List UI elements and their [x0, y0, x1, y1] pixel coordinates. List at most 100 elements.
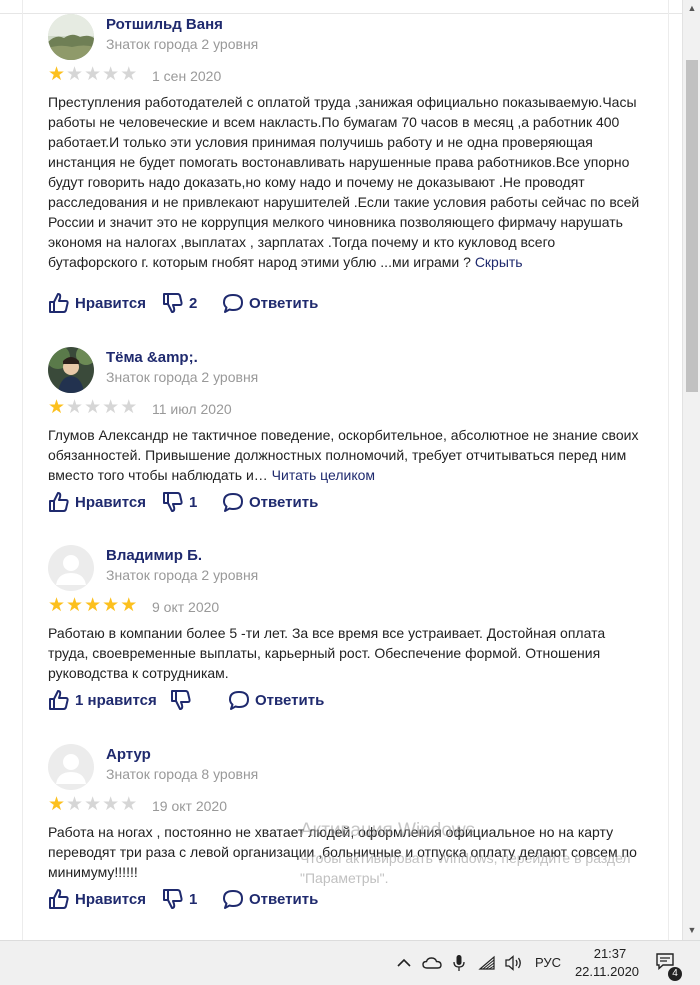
like-label: Нравится [75, 493, 147, 511]
dislike-button[interactable]: 1 [162, 888, 197, 910]
reply-label: Ответить [249, 493, 319, 511]
review-actions: 1 нравится Ответить [48, 689, 448, 711]
dislike-count: 1 [189, 890, 198, 908]
reply-button[interactable]: Ответить [222, 292, 318, 314]
hide-link[interactable]: Скрыть [475, 254, 523, 270]
like-button[interactable]: 1 нравится [48, 689, 157, 711]
vertical-scrollbar[interactable]: ▲ ▼ [682, 0, 700, 940]
scroll-up-arrow-icon[interactable]: ▲ [683, 0, 700, 16]
language-indicator[interactable]: РУС [535, 955, 561, 970]
author-level: Знаток города 8 уровня [106, 766, 259, 782]
reply-button[interactable]: Ответить [222, 491, 318, 513]
star-icon: ★ [48, 64, 66, 85]
review-actions: Нравится 2 Ответить [48, 292, 448, 314]
star-icon: ★ [66, 64, 84, 85]
dislike-button[interactable]: 2 [162, 292, 197, 314]
content-left-border [22, 0, 23, 940]
reply-label: Ответить [249, 294, 319, 312]
star-icon: ★ [84, 595, 102, 616]
author-name[interactable]: Ротшильд Ваня [106, 16, 223, 33]
review-body: Преступления работодателей с оплатой тру… [48, 94, 640, 270]
star-icon: ★ [66, 794, 84, 815]
avatar[interactable] [48, 744, 94, 790]
thumb-up-icon [48, 689, 70, 711]
review-date: 19 окт 2020 [152, 798, 227, 814]
star-icon: ★ [120, 397, 138, 418]
review-card: Тёма &amp;. Знаток города 2 уровня ★ ★ ★… [48, 347, 658, 527]
thumb-up-icon [48, 292, 70, 314]
like-count-label: 1 нравится [75, 691, 157, 709]
avatar[interactable] [48, 347, 94, 393]
rating-stars: ★ ★ ★ ★ ★ [48, 595, 138, 616]
scroll-thumb[interactable] [686, 60, 698, 392]
review-date: 9 окт 2020 [152, 599, 220, 615]
dislike-button[interactable]: 1 [162, 491, 197, 513]
star-icon: ★ [84, 794, 102, 815]
activation-watermark-text: Чтобы активировать Windows, перейдите в … [300, 850, 631, 886]
avatar[interactable] [48, 14, 94, 60]
thumb-down-icon [162, 888, 184, 910]
like-button[interactable]: Нравится [48, 491, 146, 513]
thumb-up-icon [48, 888, 70, 910]
thumb-down-icon [170, 689, 192, 711]
dislike-button[interactable] [170, 689, 192, 711]
thumb-down-icon [162, 292, 184, 314]
author-name[interactable]: Артур [106, 746, 151, 763]
dislike-count: 1 [189, 493, 198, 511]
review-text: Преступления работодателей с оплатой тру… [48, 92, 648, 272]
windows-taskbar: РУС 21:37 22.11.2020 4 [0, 940, 700, 985]
reply-label: Ответить [255, 691, 325, 709]
star-icon: ★ [48, 794, 66, 815]
notification-count-badge: 4 [668, 967, 682, 981]
reply-button[interactable]: Ответить [222, 888, 318, 910]
like-button[interactable]: Нравится [48, 292, 146, 314]
microphone-icon[interactable] [452, 953, 466, 973]
top-border [0, 0, 682, 14]
clock-date[interactable]: 22.11.2020 [572, 963, 642, 981]
clock-time[interactable]: 21:37 [585, 945, 635, 963]
wifi-icon[interactable] [478, 953, 496, 973]
thumb-down-icon [162, 491, 184, 513]
review-text: Работаю в компании более 5 -ти лет. За в… [48, 625, 606, 681]
review-actions: Нравится 1 Ответить [48, 491, 448, 513]
star-icon: ★ [102, 397, 120, 418]
review-actions: Нравится 1 Ответить [48, 888, 448, 910]
author-name[interactable]: Тёма &amp;. [106, 349, 198, 366]
review-card: Владимир Б. Знаток города 2 уровня ★ ★ ★… [48, 545, 658, 725]
star-icon: ★ [48, 595, 66, 616]
avatar[interactable] [48, 545, 94, 591]
star-icon: ★ [120, 794, 138, 815]
author-level: Знаток города 2 уровня [106, 567, 259, 583]
star-icon: ★ [84, 64, 102, 85]
star-icon: ★ [102, 595, 120, 616]
like-label: Нравится [75, 294, 147, 312]
comment-icon [222, 292, 244, 314]
chevron-up-icon[interactable] [396, 953, 412, 973]
author-name[interactable]: Владимир Б. [106, 547, 202, 564]
star-icon: ★ [102, 64, 120, 85]
star-icon: ★ [66, 595, 84, 616]
star-icon: ★ [66, 397, 84, 418]
rating-stars: ★ ★ ★ ★ ★ [48, 794, 138, 815]
reply-button[interactable]: Ответить [228, 689, 324, 711]
volume-icon[interactable] [504, 953, 524, 973]
thumb-up-icon [48, 491, 70, 513]
star-icon: ★ [120, 595, 138, 616]
rating-stars: ★ ★ ★ ★ ★ [48, 397, 138, 418]
like-button[interactable]: Нравится [48, 888, 146, 910]
reply-label: Ответить [249, 890, 319, 908]
read-more-link[interactable]: Читать целиком [272, 467, 375, 483]
comment-icon [222, 491, 244, 513]
rating-stars: ★ ★ ★ ★ ★ [48, 64, 137, 85]
activation-watermark-title: Активация Windows [300, 820, 476, 841]
comment-icon [222, 888, 244, 910]
review-text: Глумов Александр не тактичное поведение,… [48, 425, 648, 485]
review-date: 1 сен 2020 [152, 68, 222, 84]
onedrive-cloud-icon[interactable] [422, 953, 442, 973]
star-icon: ★ [48, 397, 66, 418]
content-right-border [668, 0, 669, 940]
scroll-down-arrow-icon[interactable]: ▼ [683, 922, 700, 938]
reviews-page: Ротшильд Ваня Знаток города 2 уровня ★ ★… [0, 0, 700, 940]
star-icon: ★ [84, 397, 102, 418]
review-date: 11 июл 2020 [152, 401, 232, 417]
